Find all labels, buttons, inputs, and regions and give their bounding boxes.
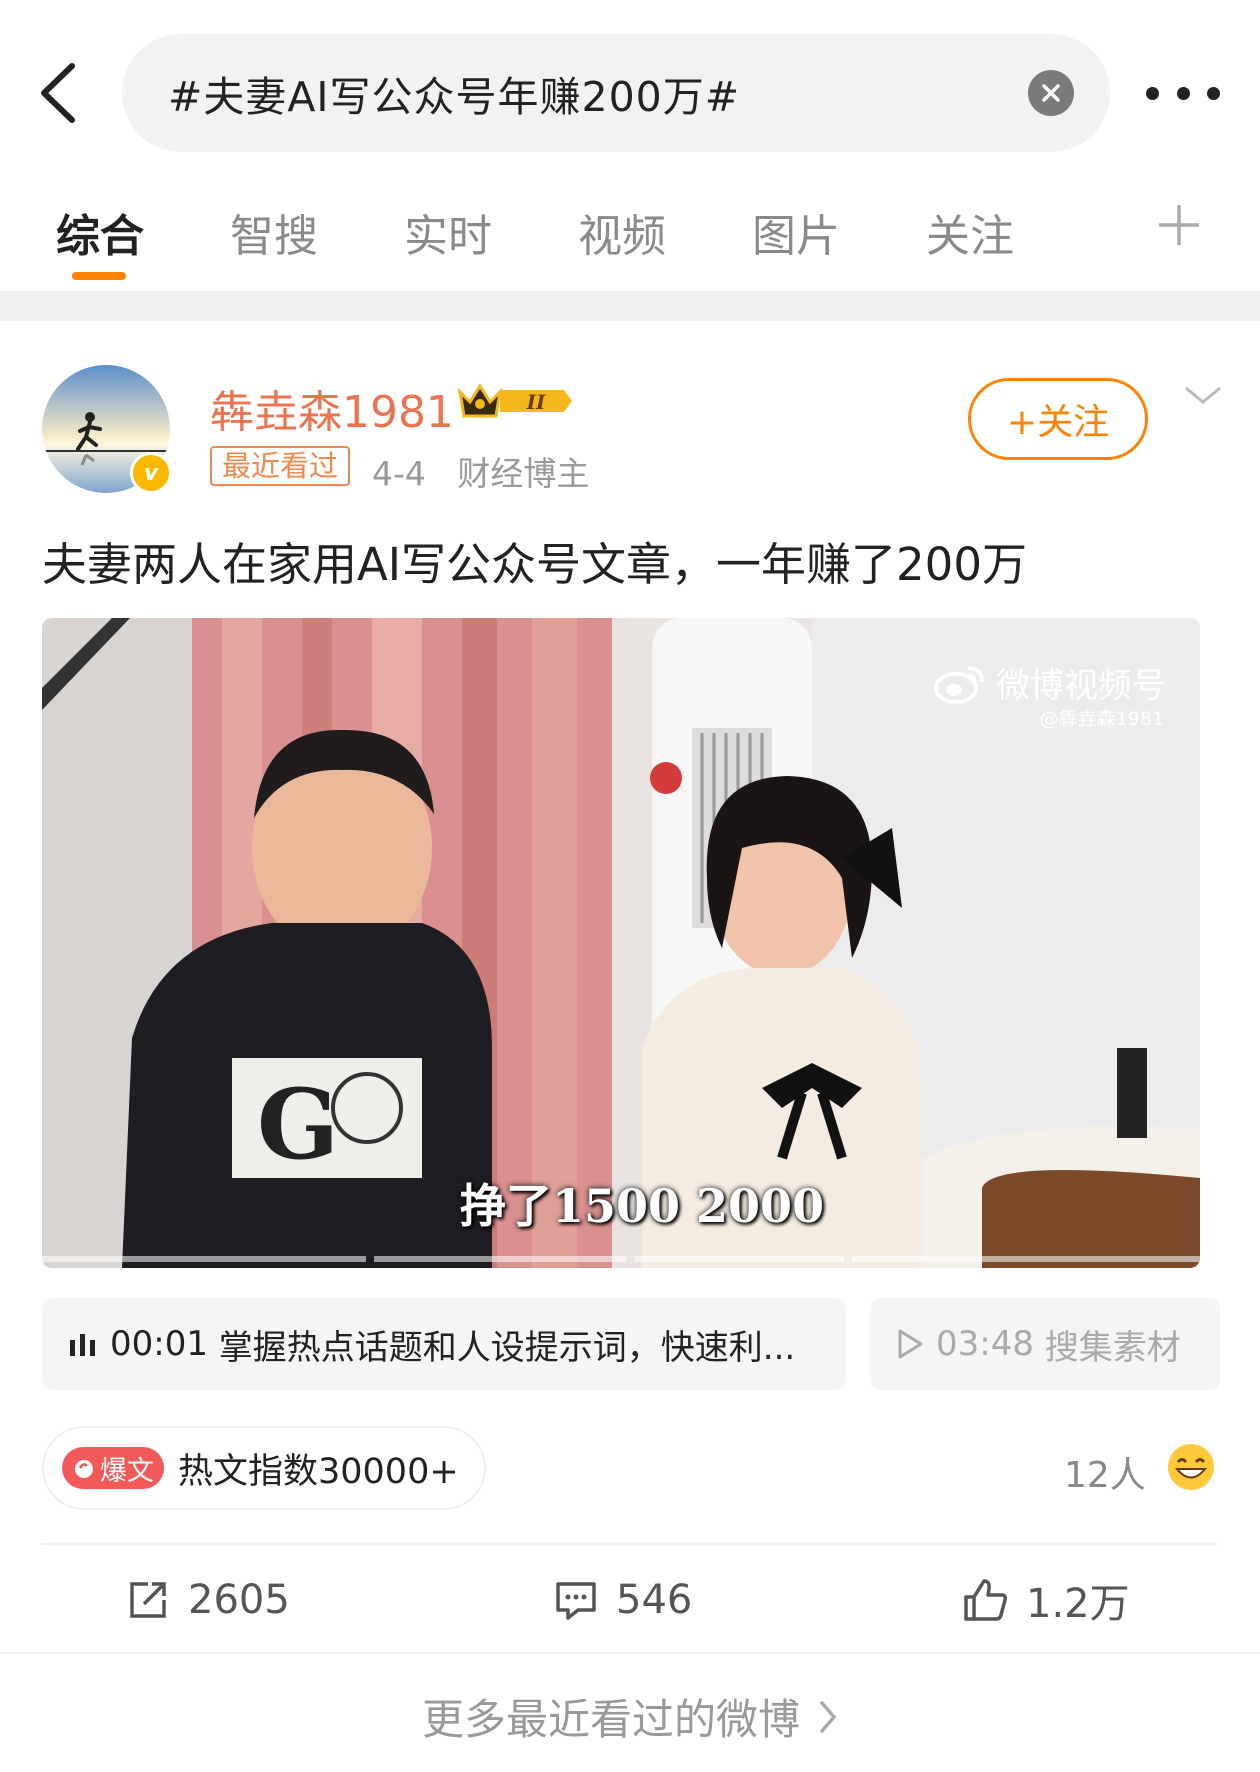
add-tab-button[interactable] — [1152, 198, 1206, 252]
comment-icon — [556, 1582, 596, 1620]
comment-button[interactable]: 546 — [554, 1570, 692, 1630]
hot-index-text: 热文指数30000+ — [178, 1451, 459, 1492]
reaction-people-count[interactable]: 12人 — [1064, 1446, 1146, 1498]
close-icon — [1042, 84, 1060, 102]
chapter-title: 掌握热点话题和人设提示词，快速利... — [218, 1327, 796, 1368]
chevron-left-icon — [41, 63, 75, 123]
username[interactable]: 犇垚森1981 — [210, 376, 454, 440]
post-date: 4-4 — [372, 454, 426, 493]
search-bar[interactable]: #夫妻AI写公众号年赚200万# — [122, 34, 1110, 152]
post-text[interactable]: 夫妻两人在家用AI写公众号文章，一年赚了200万 — [42, 528, 1027, 593]
repost-count: 2605 — [188, 1577, 290, 1623]
more-dot-icon — [1176, 86, 1190, 100]
video-chapter-1[interactable]: 00:01 掌握热点话题和人设提示词，快速利... — [42, 1298, 846, 1390]
playing-bars-icon — [70, 1334, 95, 1356]
plus-icon — [1159, 205, 1199, 245]
svg-text:G: G — [257, 1068, 339, 1181]
comment-count: 546 — [616, 1577, 693, 1623]
chevron-down-icon — [1185, 386, 1221, 404]
verified-badge-icon: v — [130, 452, 172, 494]
tab-video[interactable]: 视频 — [578, 200, 666, 264]
repost-icon — [130, 1582, 166, 1618]
post-meta: 4-4 财经博主 — [372, 447, 589, 495]
like-button[interactable]: 1.2万 — [962, 1570, 1130, 1630]
hot-badge: 爆文 — [62, 1447, 164, 1489]
thumbs-up-icon — [964, 1579, 1007, 1621]
user-role: 财经博主 — [457, 454, 590, 493]
laughing-emoji-icon[interactable] — [1166, 1442, 1216, 1492]
video-watermark: 微博视频号 — [934, 658, 1166, 707]
tab-smart-search[interactable]: 智搜 — [230, 200, 318, 264]
more-recent-posts-link[interactable]: 更多最近看过的微博 — [0, 1686, 1260, 1747]
tab-comprehensive[interactable]: 综合 — [56, 200, 144, 264]
chapter-progress-segment — [852, 1256, 1200, 1262]
active-tab-indicator — [72, 272, 126, 280]
back-button[interactable] — [28, 58, 88, 128]
post-menu-button[interactable] — [1180, 380, 1226, 410]
section-divider — [0, 291, 1260, 321]
video-chapter-2[interactable]: 03:48 搜集素材 — [870, 1298, 1220, 1390]
recent-viewed-badge: 最近看过 — [210, 446, 351, 486]
tab-following[interactable]: 关注 — [926, 200, 1014, 264]
chapter-time: 03:48 — [936, 1324, 1034, 1364]
clear-search-button[interactable] — [1028, 70, 1074, 116]
more-dot-icon — [1207, 86, 1220, 100]
flame-icon — [75, 1460, 93, 1478]
level-badge-text: II — [526, 390, 546, 414]
more-dot-icon — [1146, 86, 1159, 100]
chapter-progress-segment — [42, 1256, 366, 1262]
chevron-right-icon — [820, 1700, 837, 1733]
chapter-progress-segment — [634, 1256, 844, 1262]
chapter-progress-segment — [374, 1256, 626, 1262]
chapter-time: 00:01 — [110, 1324, 208, 1364]
video-subtitle: 挣了1500 2000 — [460, 1179, 825, 1233]
play-icon — [898, 1329, 923, 1359]
watermark-brand: 微博视频号 — [996, 666, 1166, 706]
more-link-label: 更多最近看过的微博 — [421, 1695, 800, 1744]
watermark-user: @犇垚森1981 — [1039, 708, 1164, 730]
tab-images[interactable]: 图片 — [752, 200, 840, 264]
action-divider — [42, 1543, 1218, 1545]
tab-realtime[interactable]: 实时 — [404, 200, 492, 264]
repost-button[interactable]: 2605 — [126, 1570, 290, 1630]
more-options-button[interactable] — [1146, 78, 1220, 108]
hot-index-pill[interactable]: 爆文 热文指数30000+ — [42, 1426, 486, 1510]
video-player[interactable]: G 微博视频号 @犇垚森1981 挣了1500 2000 — [42, 618, 1200, 1268]
hot-badge-label: 爆文 — [100, 1455, 154, 1487]
follow-button[interactable]: +关注 — [968, 378, 1148, 460]
weibo-logo-icon — [934, 665, 984, 704]
vip-crown-icon[interactable]: II — [456, 378, 576, 424]
search-query[interactable]: #夫妻AI写公众号年赚200万# — [168, 63, 740, 123]
like-count: 1.2万 — [1026, 1581, 1130, 1627]
chapter-title: 搜集素材 — [1044, 1327, 1181, 1368]
footer-divider — [0, 1652, 1260, 1654]
